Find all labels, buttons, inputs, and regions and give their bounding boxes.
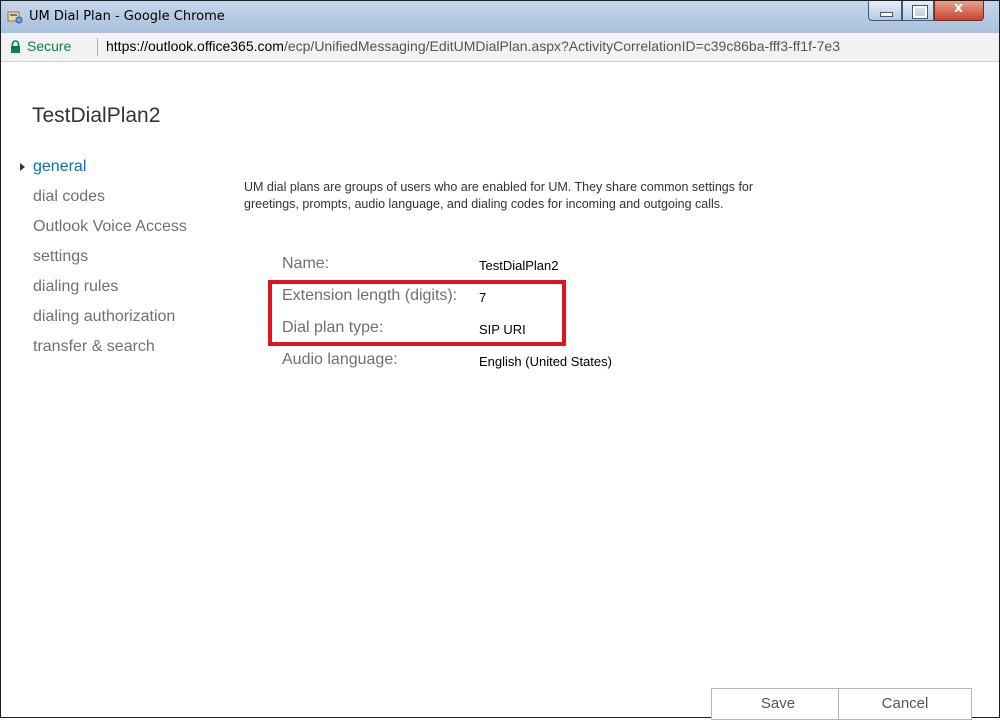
section-nav: general dial codes Outlook Voice Access … <box>20 156 187 366</box>
audio-language-label: Audio language: <box>282 351 398 368</box>
nav-item-dial-codes[interactable]: dial codes <box>20 186 187 216</box>
lock-icon <box>11 40 20 53</box>
maximize-button[interactable] <box>902 1 934 21</box>
save-button[interactable]: Save <box>711 688 845 720</box>
title-bar: UM Dial Plan - Google Chrome x <box>1 0 999 33</box>
cancel-button[interactable]: Cancel <box>838 688 972 720</box>
nav-item-general[interactable]: general <box>20 156 187 186</box>
name-value: TestDialPlan2 <box>479 258 559 273</box>
window-title: UM Dial Plan - Google Chrome <box>29 9 225 24</box>
description-text: UM dial plans are groups of users who ar… <box>244 180 754 211</box>
nav-item-label: settings <box>33 248 89 265</box>
um-dialplan-icon <box>7 11 23 24</box>
nav-item-label: transfer & search <box>33 338 155 355</box>
triangle-right-icon <box>20 163 25 171</box>
nav-item-settings[interactable]: settings <box>20 246 187 276</box>
close-icon: x <box>954 0 964 16</box>
nav-item-label: Outlook Voice Access <box>33 218 187 235</box>
name-label: Name: <box>282 255 330 272</box>
nav-item-label: dialing authorization <box>33 308 176 325</box>
nav-item-label: general <box>33 158 87 175</box>
maximize-icon <box>912 5 928 19</box>
address-bar[interactable]: Secure https://outlook.office365.com/ecp… <box>1 33 999 62</box>
minimize-icon <box>880 12 893 17</box>
address-divider <box>97 38 98 56</box>
secure-label: Secure <box>27 38 72 54</box>
minimize-button[interactable] <box>868 1 902 21</box>
audio-language-value: English (United States) <box>479 354 612 369</box>
highlight-annotation-box <box>268 280 566 346</box>
nav-item-dialing-rules[interactable]: dialing rules <box>20 276 187 306</box>
url-text[interactable]: https://outlook.office365.com/ecp/Unifie… <box>106 38 840 54</box>
close-button[interactable]: x <box>934 0 984 21</box>
url-path: /ecp/UnifiedMessaging/EditUMDialPlan.asp… <box>283 38 840 54</box>
nav-item-label: dialing rules <box>33 278 119 295</box>
nav-item-transfer-search[interactable]: transfer & search <box>20 336 187 366</box>
url-host: https://outlook.office365.com <box>106 38 284 54</box>
page-title: TestDialPlan2 <box>32 104 161 127</box>
nav-item-label: dial codes <box>33 188 106 205</box>
nav-item-outlook-voice-access[interactable]: Outlook Voice Access <box>20 216 187 246</box>
nav-item-dialing-authorization[interactable]: dialing authorization <box>20 306 187 336</box>
